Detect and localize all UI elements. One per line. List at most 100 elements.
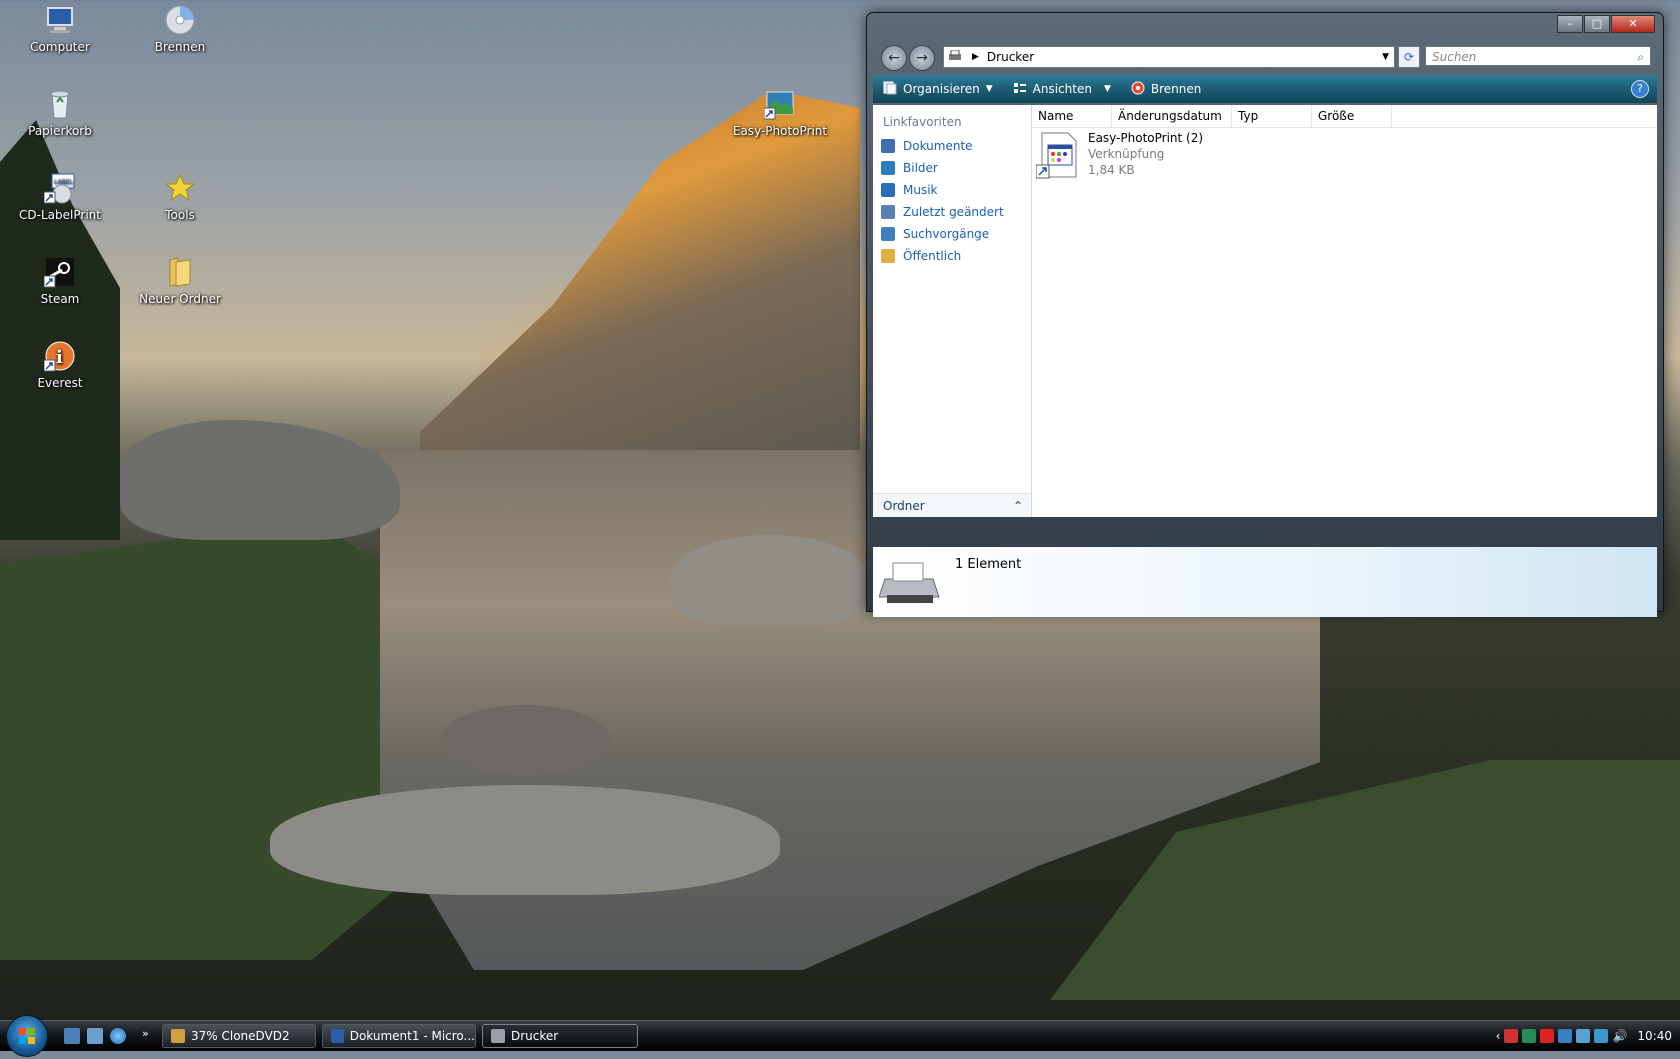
desktop-icon-label: Tools [165,208,195,222]
maximize-button[interactable]: □ [1584,15,1610,33]
search-icon[interactable]: ⌕ [1637,47,1644,67]
printer-icon [491,1029,505,1043]
sidebar-item-label: Dokumente [903,139,973,153]
taskbar-button-label: Dokument1 - Micro... [349,1029,475,1043]
desktop-icon-tools[interactable]: Tools [125,172,235,222]
organize-label: Organisieren [903,82,980,96]
desktop-icon-label: Easy-PhotoPrint [732,124,828,138]
file-type: Verknüpfung [1088,147,1165,161]
desktop-icon-label: Everest [37,376,83,390]
burn-button[interactable]: Brennen [1121,75,1211,103]
column-header-size[interactable]: Größe [1312,105,1392,127]
computer-icon [44,4,76,36]
system-tray: ‹ 🔊 10:40 [1496,1021,1680,1051]
taskbar-button-clonedvd[interactable]: 37% CloneDVD2 [162,1024,316,1048]
desktop-icon-easy-photoprint[interactable]: Easy-PhotoPrint [725,88,835,138]
wallpaper-grass-right [1050,760,1680,1000]
star-icon [164,172,196,204]
desktop-icon-cd-labelprint[interactable]: LABEL CD-LabelPrint [5,172,115,222]
printer-large-icon [878,557,941,610]
cd-burn-icon [164,4,196,36]
sidebar-item-zuletzt-geaendert[interactable]: Zuletzt geändert [873,201,1031,223]
desktop-icon-neuer-ordner[interactable]: Neuer Ordner [125,256,235,306]
minimize-button[interactable]: – [1557,15,1583,33]
explorer-window: – □ ✕ ← → ▶ Drucker ▼ ⟳ Suchen ⌕ Organis… [866,12,1664,617]
column-header-name[interactable]: Name [1032,105,1112,127]
clock[interactable]: 10:40 [1637,1029,1672,1043]
command-bar: Organisieren ▼ Ansichten ▼ Brennen ? [873,75,1657,103]
column-headers: Name Änderungsdatum Typ Größe [1032,105,1657,128]
show-desktop-icon[interactable] [64,1028,80,1044]
address-bar[interactable]: ▶ Drucker ▼ [943,46,1395,68]
sidebar-item-bilder[interactable]: Bilder [873,157,1031,179]
folders-label: Ordner [883,499,925,513]
desktop-icon-everest[interactable]: i Everest [5,340,115,390]
sidebar-item-label: Zuletzt geändert [903,205,1004,219]
desktop-icon-label: Steam [40,292,80,306]
printer-icon [948,49,966,65]
network-icon[interactable] [1594,1029,1609,1043]
easy-photoprint-icon [763,88,796,120]
wallpaper-grass-left [0,520,520,960]
burn-label: Brennen [1150,82,1202,96]
sidebar-item-suchvorgaenge[interactable]: Suchvorgänge [873,223,1031,245]
tray-expand-icon[interactable]: ‹ [1496,1029,1501,1043]
chevron-down-icon[interactable]: ▼ [1382,52,1389,62]
chevron-right-icon[interactable]: » [142,1027,149,1040]
desktop-icon-label: Neuer Ordner [139,292,221,306]
tray-app-icon[interactable] [1540,1029,1555,1043]
volume-icon[interactable]: 🔊 [1612,1029,1627,1043]
views-menu[interactable]: Ansichten ▼ [1003,75,1121,103]
tray-app-icon[interactable] [1558,1029,1573,1043]
taskbar-button-drucker[interactable]: Drucker [482,1024,638,1048]
navigation-pane: Linkfavoriten Dokumente Bilder Musik Zul… [873,105,1032,517]
svg-text:i: i [56,347,63,368]
tray-app-icon[interactable] [1504,1029,1519,1043]
steam-icon [43,256,76,288]
switch-windows-icon[interactable] [87,1028,103,1044]
forward-button[interactable]: → [909,45,935,71]
desktop-icon-papierkorb[interactable]: Papierkorb [5,88,115,138]
favorites-title: Linkfavoriten [883,115,962,129]
search-placeholder: Suchen [1432,50,1477,64]
desktop-icon-brennen[interactable]: Brennen [125,4,235,54]
file-list: Name Änderungsdatum Typ Größe Easy-Photo… [1032,105,1657,517]
start-button[interactable] [6,1015,48,1057]
taskbar: » 37% CloneDVD2 Dokument1 - Micro... Dru… [0,1015,1680,1057]
breadcrumb[interactable]: Drucker [987,50,1034,64]
folder-icon [164,256,196,288]
sidebar-item-dokumente[interactable]: Dokumente [873,135,1031,157]
music-icon [881,183,895,197]
organize-icon [883,81,897,98]
tray-app-icon[interactable] [1522,1029,1537,1043]
search-input[interactable]: Suchen ⌕ [1425,46,1651,66]
burn-disc-icon [1131,81,1145,98]
cd-labelprint-icon: LABEL [43,172,76,204]
refresh-button[interactable]: ⟳ [1398,46,1420,68]
navigation-bar: ← → ▶ Drucker ▼ ⟳ Suchen ⌕ [875,43,1655,71]
tray-app-icon[interactable] [1576,1029,1591,1043]
back-button[interactable]: ← [881,45,907,71]
taskbar-button-word[interactable]: Dokument1 - Micro... [322,1024,476,1048]
folders-toggle[interactable]: Ordner ⌃ [873,493,1031,517]
chevron-down-icon: ▼ [1103,84,1111,94]
desktop-icon-label: Papierkorb [28,124,92,138]
close-button[interactable]: ✕ [1611,15,1655,33]
desktop-icon-computer[interactable]: Computer [5,4,115,54]
sidebar-item-oeffentlich[interactable]: Öffentlich [873,245,1031,267]
file-item[interactable]: Easy-PhotoPrint (2) Verknüpfung 1,84 KB [1035,131,1203,179]
organize-menu[interactable]: Organisieren ▼ [873,75,1003,103]
column-header-type[interactable]: Typ [1232,105,1312,127]
internet-explorer-icon[interactable] [110,1028,126,1044]
file-details: Easy-PhotoPrint (2) Verknüpfung 1,84 KB [1088,131,1203,179]
sidebar-item-musik[interactable]: Musik [873,179,1031,201]
desktop-icon-steam[interactable]: Steam [5,256,115,306]
chevron-up-icon: ⌃ [1012,499,1023,513]
help-icon[interactable]: ? [1631,80,1649,98]
desktop-icon-label: Computer [30,40,90,54]
documents-icon [881,139,895,153]
desktop-icon-label: Brennen [154,40,206,54]
column-header-date[interactable]: Änderungsdatum [1112,105,1232,127]
wallpaper-rock [440,705,610,775]
clonedvd-icon [171,1029,185,1043]
